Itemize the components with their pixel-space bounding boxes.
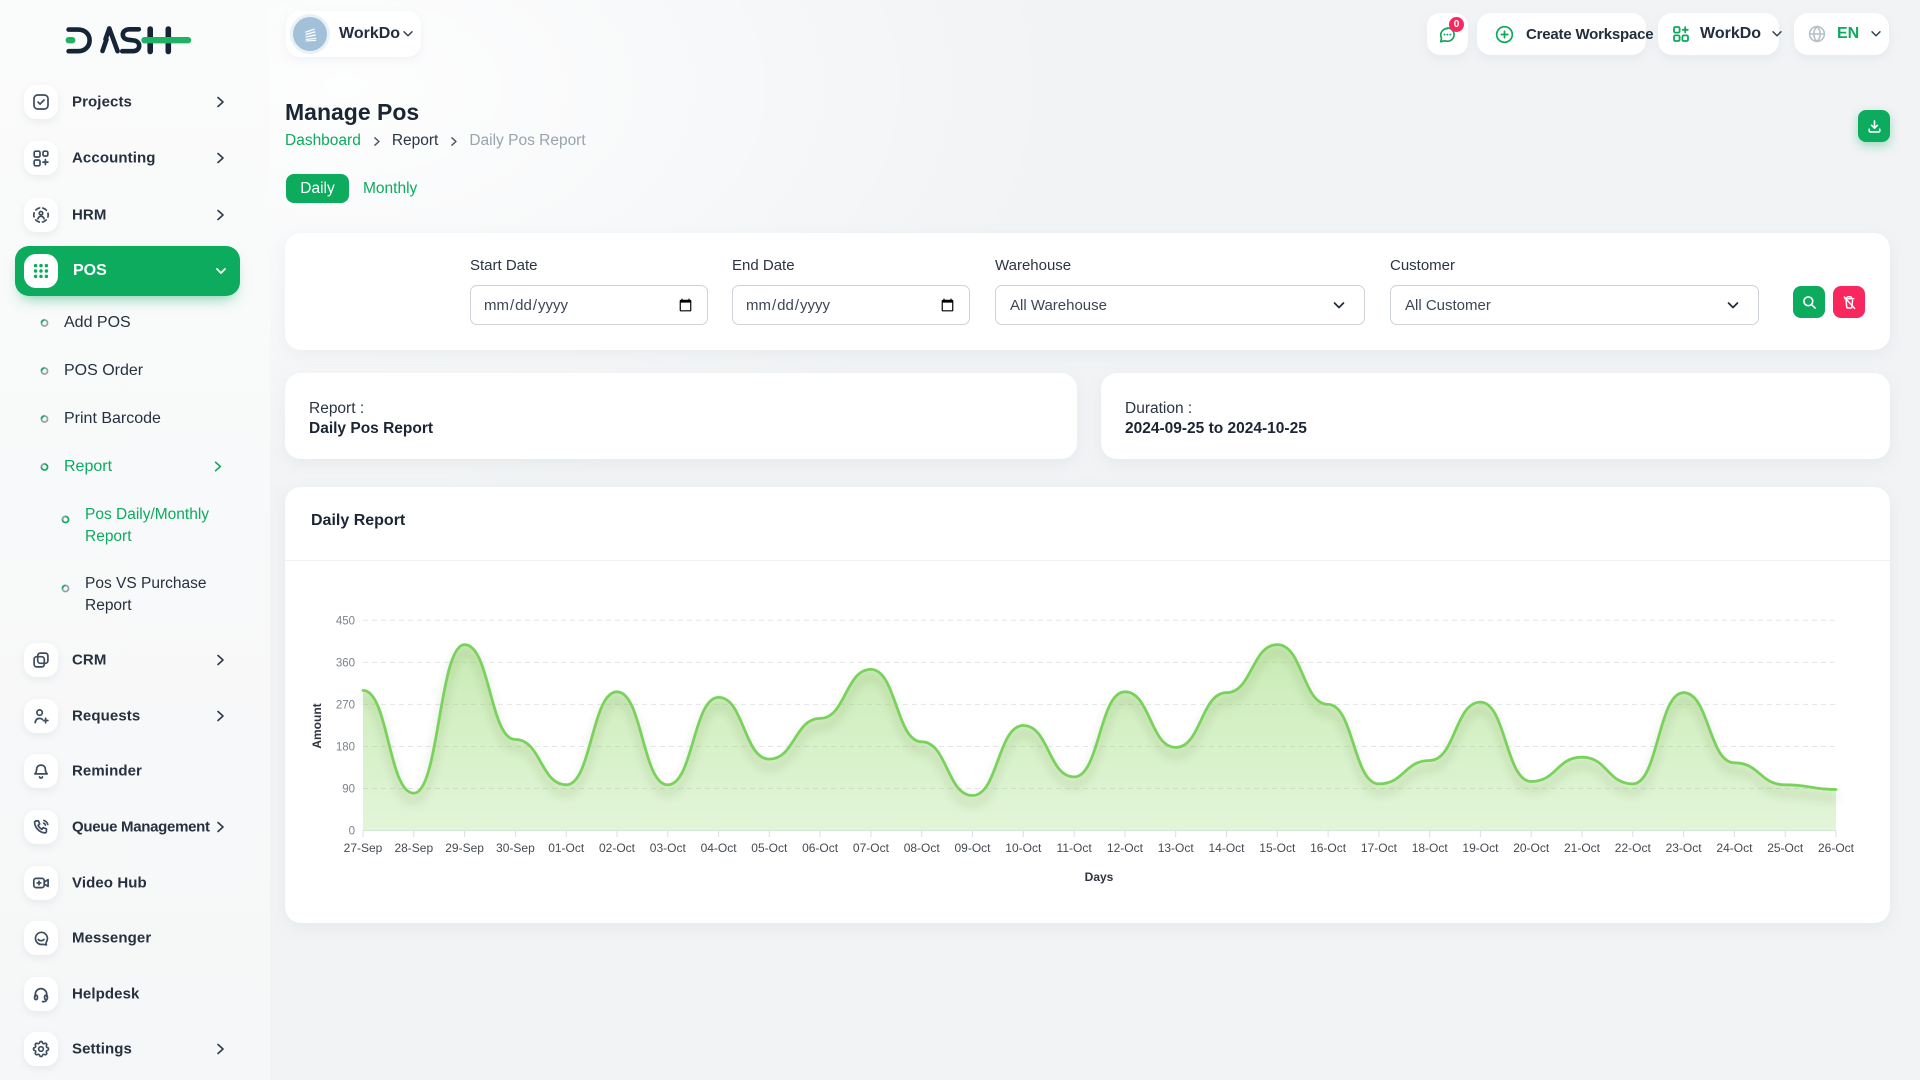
- svg-text:28-Sep: 28-Sep: [394, 841, 433, 855]
- svg-text:0: 0: [349, 826, 355, 838]
- svg-text:360: 360: [336, 657, 355, 669]
- svg-text:24-Oct: 24-Oct: [1716, 841, 1753, 855]
- svg-text:12-Oct: 12-Oct: [1107, 841, 1144, 855]
- svg-text:90: 90: [342, 784, 355, 796]
- svg-text:07-Oct: 07-Oct: [853, 841, 890, 855]
- svg-text:270: 270: [336, 699, 355, 711]
- svg-text:05-Oct: 05-Oct: [751, 841, 788, 855]
- svg-text:10-Oct: 10-Oct: [1005, 841, 1042, 855]
- svg-text:27-Sep: 27-Sep: [344, 841, 383, 855]
- svg-text:23-Oct: 23-Oct: [1666, 841, 1703, 855]
- svg-text:14-Oct: 14-Oct: [1208, 841, 1245, 855]
- svg-text:22-Oct: 22-Oct: [1615, 841, 1652, 855]
- svg-text:29-Sep: 29-Sep: [445, 841, 484, 855]
- svg-text:19-Oct: 19-Oct: [1462, 841, 1499, 855]
- svg-text:09-Oct: 09-Oct: [954, 841, 991, 855]
- svg-text:06-Oct: 06-Oct: [802, 841, 839, 855]
- svg-text:21-Oct: 21-Oct: [1564, 841, 1601, 855]
- svg-text:Days: Days: [1085, 870, 1114, 884]
- svg-text:18-Oct: 18-Oct: [1412, 841, 1449, 855]
- svg-text:13-Oct: 13-Oct: [1158, 841, 1195, 855]
- svg-text:16-Oct: 16-Oct: [1310, 841, 1347, 855]
- svg-text:08-Oct: 08-Oct: [904, 841, 941, 855]
- svg-text:15-Oct: 15-Oct: [1259, 841, 1296, 855]
- svg-text:04-Oct: 04-Oct: [701, 841, 738, 855]
- svg-text:02-Oct: 02-Oct: [599, 841, 636, 855]
- svg-text:17-Oct: 17-Oct: [1361, 841, 1398, 855]
- svg-text:01-Oct: 01-Oct: [548, 841, 585, 855]
- svg-text:20-Oct: 20-Oct: [1513, 841, 1550, 855]
- svg-text:30-Sep: 30-Sep: [496, 841, 535, 855]
- svg-text:26-Oct: 26-Oct: [1818, 841, 1855, 855]
- svg-text:Amount: Amount: [310, 703, 324, 748]
- svg-text:25-Oct: 25-Oct: [1767, 841, 1804, 855]
- svg-text:11-Oct: 11-Oct: [1057, 841, 1093, 855]
- svg-text:03-Oct: 03-Oct: [650, 841, 687, 855]
- svg-text:180: 180: [336, 742, 355, 754]
- svg-text:450: 450: [336, 615, 355, 627]
